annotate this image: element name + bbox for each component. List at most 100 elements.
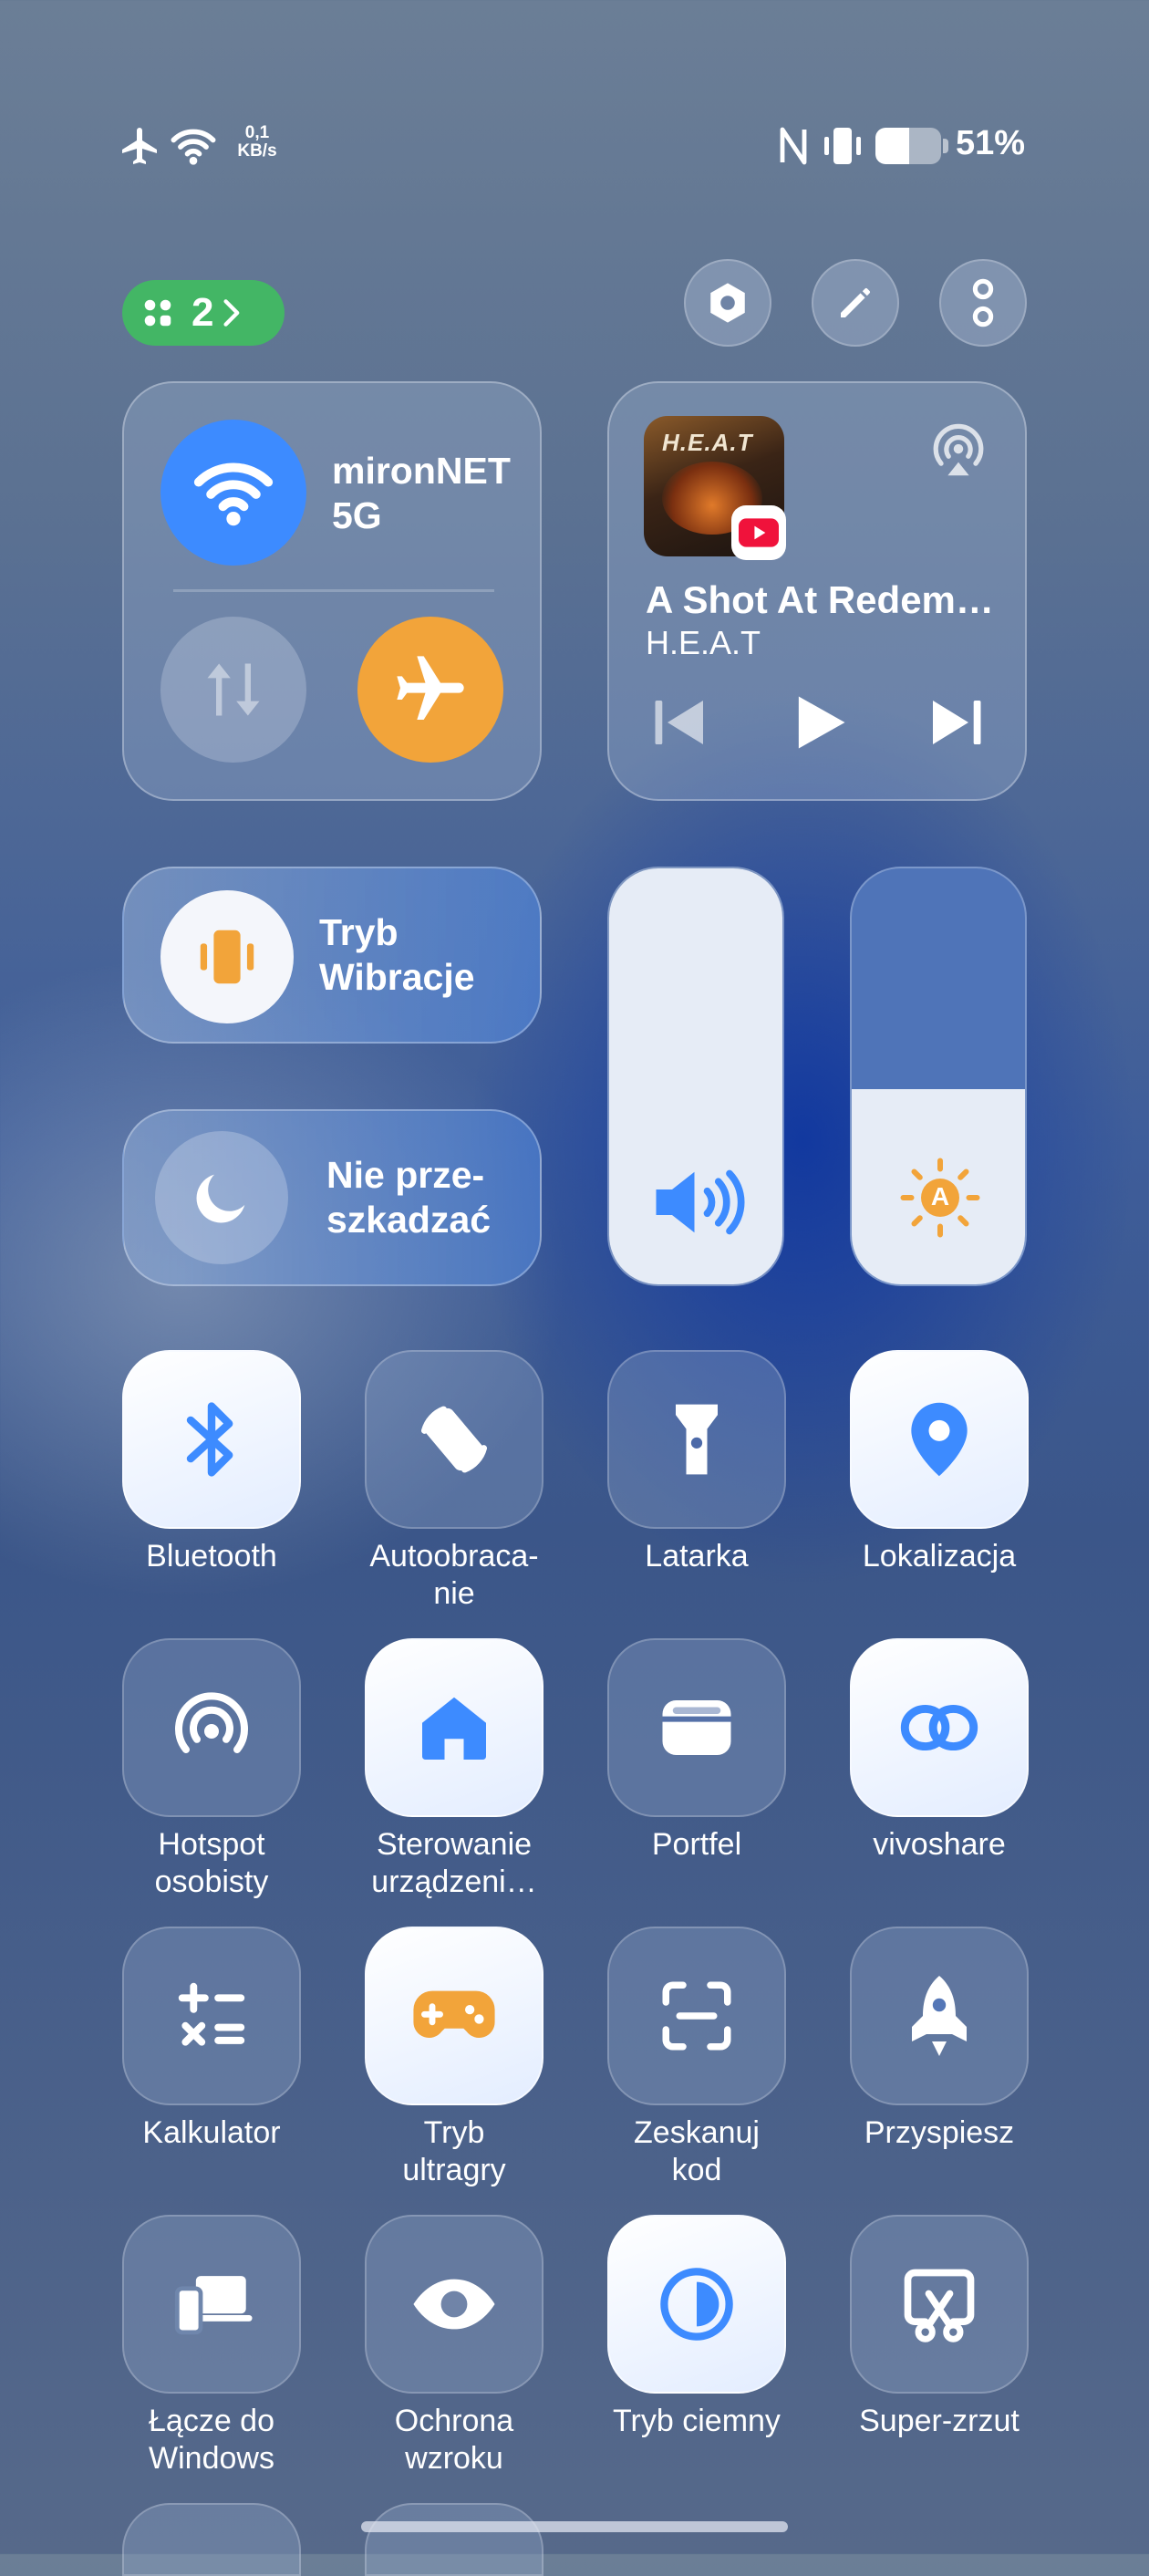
tile-label: Tryb ultragry [402,2115,506,2187]
speaker-icon [656,1169,745,1235]
airplane-toggle[interactable] [357,617,503,763]
vibration-mode-label: Tryb Wibracje [319,911,475,998]
wifi-network-name[interactable]: mironNET 5G [332,449,514,538]
net-speed-value: 0,1 [244,123,270,142]
net-speed: 0,1 KB/s [230,124,285,161]
youtube-badge [731,505,786,560]
track-artist: H.E.A.T [646,624,761,661]
battery-tip [943,139,948,153]
settings-button[interactable] [684,259,771,347]
tile-label: Portfel [651,1827,742,1862]
wifi-icon [171,129,216,165]
link-to-windows-icon [168,2265,255,2343]
net-speed-unit: KB/s [237,141,277,161]
tile-label: Kalkulator [142,2115,281,2150]
battery-fill [875,128,909,164]
partial-tile[interactable] [122,2503,301,2576]
media-card[interactable]: H.E.A.T A Shot At Redem… H.E.A.T [607,381,1027,801]
vibration-icon-circle [160,890,294,1023]
vivoshare-icon [895,1689,983,1766]
location-icon [903,1397,976,1481]
do-not-disturb-tile[interactable]: Nie prze-szkadzać [122,1109,542,1286]
tile-label: Łącze do Windows [149,2404,274,2476]
flashlight-tile[interactable] [607,1350,786,1529]
calculator-icon [172,1977,251,2055]
tile-label: Hotspot osobisty [154,1827,269,1899]
network-card: mironNET 5G [122,381,542,801]
tile-label: Przyspiesz [864,2115,1015,2150]
auto-brightness-icon: A [899,1157,981,1239]
more-button[interactable] [939,259,1027,347]
hotspot-icon [168,1684,255,1771]
volume-slider[interactable] [607,867,784,1286]
bluetooth-tile[interactable] [122,1350,301,1529]
airplane-icon [122,128,157,164]
calculator-tile[interactable] [122,1927,301,2105]
more-icon [972,278,994,327]
dnd-icon-circle [155,1131,288,1264]
pages-pill[interactable]: 2 [122,280,285,346]
tile-label: Lokalizacja [862,1539,1017,1574]
next-track-icon[interactable] [925,690,990,755]
link-to-windows-tile[interactable] [122,2215,301,2394]
album-cover-text: H.E.A.T [662,429,753,456]
tile-label: Zeskanuj kod [634,2115,760,2187]
play-icon[interactable] [784,688,854,757]
tile-label: Bluetooth [146,1539,277,1574]
tile-label: Sterowanie urządzeni… [371,1827,537,1899]
scan-icon [656,1975,738,2057]
tile-label: Latarka [645,1539,749,1574]
dnd-label: Nie prze-szkadzać [326,1154,492,1241]
wifi-icon [193,462,274,526]
tile-label: Tryb ciemny [613,2404,781,2438]
home-tile[interactable] [365,1638,543,1817]
screenshot-icon [897,2262,981,2346]
gamepad-icon [410,1979,498,2052]
screenshot-tile[interactable] [850,2215,1029,2394]
dark-mode-icon [656,2263,738,2345]
eye-tile[interactable] [365,2215,543,2394]
wifi-toggle[interactable] [160,420,306,566]
settings-icon [710,283,745,323]
rocket-tile[interactable] [850,1927,1029,2105]
rocket-icon [903,1972,976,2060]
tile-label: Autoobraca- nie [369,1539,539,1611]
previous-track-icon[interactable] [646,690,711,755]
auto-brightness-letter: A [930,1182,950,1210]
nfc-icon [780,127,807,165]
tile-label: Super-zrzut [859,2404,1020,2438]
battery-icon [875,128,941,164]
partial-tile[interactable] [365,2503,543,2576]
vibrate-icon [824,128,861,164]
youtube-icon [739,518,779,547]
brightness-slider[interactable]: A [850,867,1027,1286]
mobile-data-icon [207,663,260,716]
auto-rotate-icon [412,1397,496,1481]
cast-icon[interactable] [926,420,990,483]
gamepad-tile[interactable] [365,1927,543,2105]
flashlight-icon [660,1397,733,1481]
wallet-tile[interactable] [607,1638,786,1817]
wallet-icon [656,1687,738,1769]
dark-mode-tile[interactable] [607,2215,786,2394]
divider [173,589,494,592]
scan-tile[interactable] [607,1927,786,2105]
pages-count: 2 [192,290,214,335]
chevron-right-icon [223,299,240,327]
status-bar: 0,1 KB/s 51% [0,109,1149,182]
home-icon [416,1689,492,1766]
airplane-icon [397,656,464,720]
vivoshare-tile[interactable] [850,1638,1029,1817]
location-tile[interactable] [850,1350,1029,1529]
mobile-data-toggle[interactable] [160,617,306,763]
battery-percent: 51% [956,124,1026,162]
hotspot-tile[interactable] [122,1638,301,1817]
auto-rotate-tile[interactable] [365,1350,543,1529]
moon-icon [196,1174,245,1223]
vibration-mode-tile[interactable]: Tryb Wibracje [122,867,542,1044]
tile-label: Ochrona wzroku [394,2404,514,2476]
edit-button[interactable] [812,259,899,347]
edit-icon [841,288,870,317]
home-indicator[interactable] [361,2521,788,2532]
tile-label: vivoshare [873,1827,1006,1862]
